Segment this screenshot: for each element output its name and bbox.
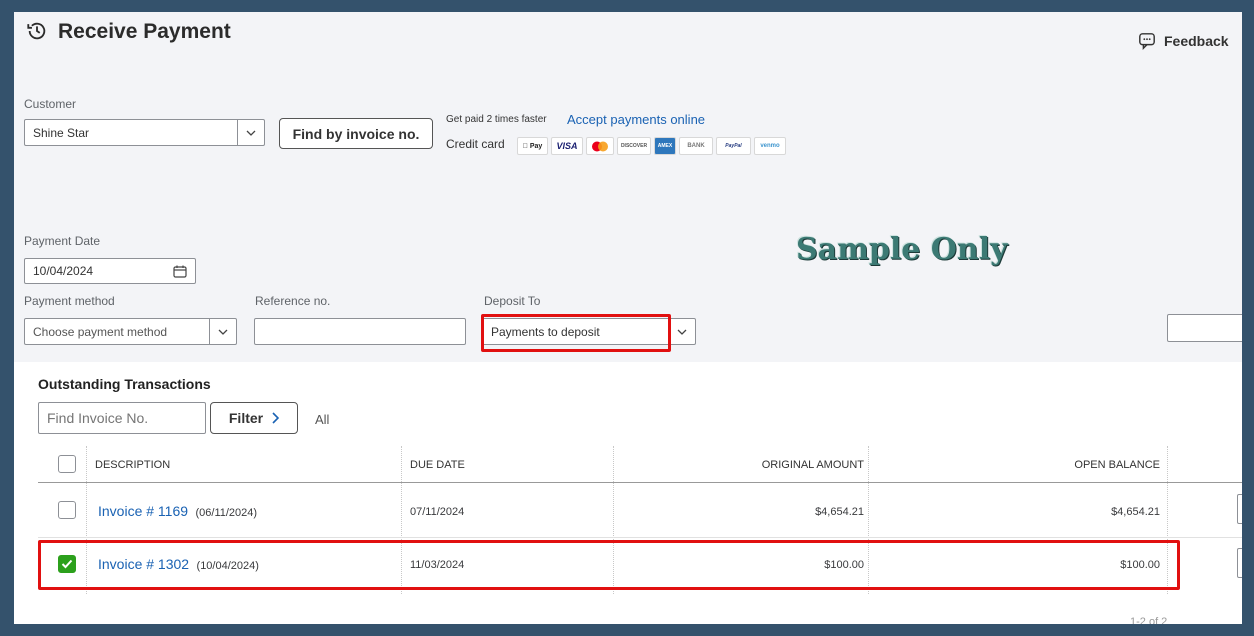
select-all-checkbox[interactable] [58,455,76,473]
amex-icon: AMEX [654,137,676,155]
visa-icon: VISA [551,137,583,155]
payment-date-value: 10/04/2024 [33,264,94,278]
calendar-icon[interactable] [173,265,187,278]
chat-icon [1139,33,1155,50]
payment-method-select[interactable]: Choose payment method [24,318,237,345]
deposit-to-label: Deposit To [484,294,541,308]
chevron-down-icon [237,120,264,145]
mastercard-icon [586,137,614,155]
all-filter-link[interactable]: All [315,412,329,427]
find-by-invoice-button[interactable]: Find by invoice no. [279,118,433,149]
promo-text: Get paid 2 times faster [446,114,547,125]
outstanding-title: Outstanding Transactions [38,376,211,392]
chevron-right-icon [272,412,280,424]
col-due-date[interactable]: DUE DATE [410,459,465,471]
card-logos:  Pay VISA DISCOVER AMEX BANK PayPal ven… [517,137,789,155]
payment-method-placeholder: Choose payment method [33,324,168,339]
reference-label: Reference no. [255,294,331,308]
col-description[interactable]: DESCRIPTION [95,459,170,471]
sample-watermark: Sample Only [796,232,1008,267]
history-icon[interactable] [26,20,48,42]
payment-date-input[interactable]: 10/04/2024 [24,258,196,284]
deposit-to-highlight [481,314,671,352]
receive-payment-page: Receive Payment Feedback Customer Shine … [14,12,1242,624]
amount-received-input[interactable] [1167,314,1242,342]
feedback-label: Feedback [1164,33,1229,49]
row-checkbox[interactable] [58,501,76,519]
chevron-down-icon [668,319,695,344]
invoice-link[interactable]: Invoice # 1169 [98,503,188,519]
customer-value: Shine Star [33,125,90,140]
due-date-cell: 07/11/2024 [410,506,465,518]
original-amount-cell: $4,654.21 [815,506,864,518]
invoice-date: (06/11/2024) [195,507,258,519]
payment-amount-input[interactable] [1237,548,1242,578]
payment-amount-input[interactable] [1237,494,1242,524]
selected-row-highlight [38,540,1180,590]
reference-input[interactable] [254,318,466,345]
credit-card-label: Credit card [446,137,505,151]
apple-pay-icon:  Pay [517,137,548,155]
paypal-icon: PayPal [716,137,751,155]
chevron-down-icon [209,319,236,344]
accept-payments-link[interactable]: Accept payments online [567,112,705,127]
pagination-text: 1-2 of 2 [1130,616,1168,624]
filter-label: Filter [228,410,264,426]
col-open-balance[interactable]: OPEN BALANCE [1074,459,1160,471]
col-original-amount[interactable]: ORIGINAL AMOUNT [762,459,864,471]
payment-date-label: Payment Date [24,234,101,248]
customer-label: Customer [24,97,77,111]
discover-icon: DISCOVER [617,137,651,155]
open-balance-cell: $4,654.21 [1111,506,1160,518]
filter-button[interactable]: Filter [210,402,298,434]
venmo-icon: venmo [754,137,786,155]
find-invoice-input[interactable] [38,402,206,434]
customer-select[interactable]: Shine Star [24,119,265,146]
bank-icon: BANK [679,137,713,155]
page-title: Receive Payment [58,20,231,43]
feedback-button[interactable]: Feedback [1138,32,1229,50]
payment-method-label: Payment method [24,294,115,308]
invoice-cell: Invoice # 1169 (06/11/2024) [98,503,257,521]
